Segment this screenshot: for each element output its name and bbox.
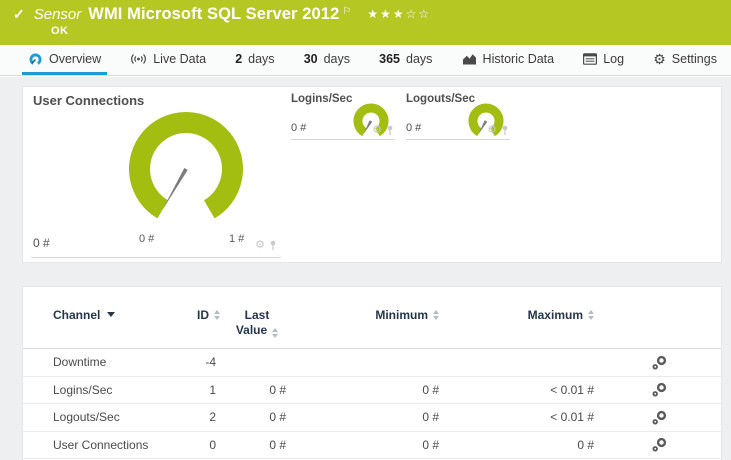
channel-name: Logins/Sec [53,382,113,397]
channel-id: 1 [209,382,216,397]
last-value: 0 # [269,437,286,452]
channel-name: Downtime [53,355,107,370]
pin-icon[interactable] [269,240,277,251]
channel-settings-gears-icon[interactable] [651,437,668,452]
tab-label: days [248,51,275,66]
sensor-status-banner: ✓ Sensor WMI Microsoft SQL Server 2012 ⚐… [0,0,731,45]
column-header-id[interactable]: ID [194,308,220,338]
tab-2-days[interactable]: 2 days [229,45,280,75]
table-row-logins: Logins/Sec 1 0 # 0 # < 0.01 # [23,377,721,404]
sort-toggle-icon [433,310,439,320]
sort-toggle-icon [588,310,594,320]
current-value: 0 # [291,122,307,134]
widget-settings-gear-icon[interactable]: ⚙ [487,125,497,136]
column-label: Maximum [527,308,583,322]
user-connections-gauge [129,112,243,219]
sort-desc-icon [107,312,116,317]
table-row-logouts: Logouts/Sec 2 0 # 0 # < 0.01 # [23,404,721,432]
channel-settings-gears-icon[interactable] [651,382,668,397]
live-data-icon [131,53,147,64]
column-label: Last [244,308,270,322]
minimum-value: 0 # [422,382,439,397]
column-header-last-value[interactable]: Last Value [220,308,294,338]
status-ok-check-icon: ✓ [13,6,25,22]
gauge-scale-min: 0 # [139,233,155,245]
priority-stars[interactable]: ★★★☆☆ [367,7,431,21]
column-label: Minimum [375,308,428,322]
tab-label: Overview [49,51,102,66]
tab-historic-data[interactable]: Historic Data [456,45,561,75]
sensor-kind-label: Sensor [33,6,82,23]
channel-id: 0 [209,437,216,452]
last-value: 0 # [269,410,286,425]
column-header-maximum[interactable]: Maximum [447,308,602,338]
widget-settings-gear-icon[interactable]: ⚙ [372,125,382,136]
tab-label: days [406,51,433,66]
channel-settings-gears-icon[interactable] [651,410,668,425]
tab-label: days [323,51,350,66]
logouts-per-sec-widget[interactable]: Logouts/Sec 0 # ⚙ [406,92,510,140]
log-icon [583,52,598,65]
widget-title: Logouts/Sec [406,93,476,105]
tab-label: Settings [671,51,717,66]
column-header-channel[interactable]: Channel [53,308,194,338]
channel-name: Logouts/Sec [53,410,120,425]
maximum-value: 0 # [577,437,594,452]
table-row-downtime: Downtime -4 [23,349,721,377]
content-area: User Connections 0 # 1 # 0 # ⚙ Logins/Se… [0,77,731,460]
gear-icon: ⚙ [653,50,666,67]
tab-30-days[interactable]: 30 days [298,45,356,75]
user-connections-widget[interactable]: User Connections 0 # 1 # 0 # ⚙ [31,92,281,258]
tab-number: 2 [235,51,243,66]
sort-toggle-icon [214,310,220,320]
area-chart-icon [462,53,476,64]
channel-id: 2 [209,410,216,425]
logins-per-sec-widget[interactable]: Logins/Sec 0 # ⚙ [291,92,395,140]
tab-365-days[interactable]: 365 days [373,45,438,75]
current-value: 0 # [406,122,422,134]
minimum-value: 0 # [422,410,439,425]
maximum-value: < 0.01 # [550,382,594,397]
minimum-value: 0 # [422,437,439,452]
column-header-minimum[interactable]: Minimum [294,308,447,338]
tab-label: Log [603,51,625,66]
last-value: 0 # [269,382,286,397]
tab-bar: Overview Live Data 2 days 30 days 365 da… [0,45,731,76]
column-label: Channel [53,308,101,322]
gauge-icon [29,53,42,65]
tab-log[interactable]: Log [577,45,630,75]
page-title: WMI Microsoft SQL Server 2012 [88,5,340,23]
table-header-row: Channel ID Last Value Minimum Maximum [23,287,721,349]
column-label: Value [235,323,268,337]
tab-label: Live Data [153,51,207,66]
tab-label: Historic Data [482,51,555,66]
tab-settings[interactable]: ⚙ Settings [647,45,723,75]
channel-name: User Connections [53,437,149,452]
sensor-status-text: OK [51,25,69,37]
widget-settings-gear-icon[interactable]: ⚙ [255,240,265,251]
current-value: 0 # [33,236,50,250]
tab-overview[interactable]: Overview [22,45,108,75]
channels-table-card: Channel ID Last Value Minimum Maximum Do… [22,286,722,460]
widget-title: Logins/Sec [291,93,353,105]
pin-icon[interactable] [386,125,394,136]
tab-live-data[interactable]: Live Data [124,45,212,75]
gauge-scale-max: 1 # [229,233,245,245]
sort-toggle-icon [272,327,279,338]
tab-number: 365 [379,51,400,66]
maximum-value: < 0.01 # [550,410,594,425]
tab-number: 30 [303,51,318,66]
table-row-user-connections: User Connections 0 0 # 0 # 0 # [23,432,721,459]
channel-id: -4 [205,355,216,370]
gauges-card: User Connections 0 # 1 # 0 # ⚙ Logins/Se… [22,86,722,263]
pin-icon[interactable] [501,125,509,136]
flag-icon[interactable]: ⚐ [342,6,351,17]
prtg-sensor-page: ✓ Sensor WMI Microsoft SQL Server 2012 ⚐… [0,0,731,460]
channel-settings-gears-icon[interactable] [651,355,668,370]
column-label: ID [197,308,209,322]
